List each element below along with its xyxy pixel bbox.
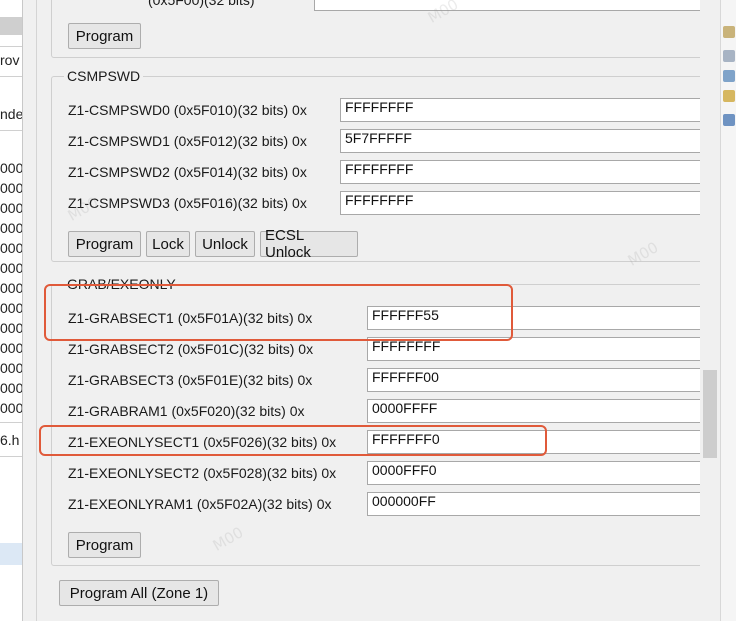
grabsect1-input[interactable]: FFFFFF55 <box>367 306 720 330</box>
group-grab-exeonly: GRAB/EXEONLY Z1-GRABSECT1 (0x5F01A)(32 b… <box>51 276 720 566</box>
left-panel-item[interactable]: 000 <box>0 280 22 296</box>
top-partial-input[interactable] <box>314 0 720 11</box>
left-panel-item[interactable]: 000 <box>0 160 22 176</box>
top-partial-row: (0x5F00)(32 bits) <box>68 0 255 13</box>
exeonlysect1-row: Z1-EXEONLYSECT1 (0x5F026)(32 bits) 0x <box>68 429 336 455</box>
main-scroll-area: (0x5F00)(32 bits) Program CSMPSWD Z1-CSM… <box>36 0 720 621</box>
csmpswd3-row: Z1-CSMPSWD3 (0x5F016)(32 bits) 0x <box>68 190 307 216</box>
grab-exeonly-title: GRAB/EXEONLY <box>64 276 179 292</box>
grabsect1-row: Z1-GRABSECT1 (0x5F01A)(32 bits) 0x <box>68 305 312 331</box>
csmpswd0-row: Z1-CSMPSWD0 (0x5F010)(32 bits) 0x <box>68 97 307 123</box>
vertical-scrollbar[interactable] <box>700 0 720 621</box>
top-partial-label: (0x5F00)(32 bits) <box>148 0 255 8</box>
left-panel-divider <box>0 46 22 47</box>
csmpswd1-row: Z1-CSMPSWD1 (0x5F012)(32 bits) 0x <box>68 128 307 154</box>
left-panel-divider <box>0 76 22 77</box>
grabsect2-row: Z1-GRABSECT2 (0x5F01C)(32 bits) 0x <box>68 336 313 362</box>
left-panel-divider <box>0 130 22 131</box>
csmpswd-program-button[interactable]: Program <box>68 231 141 257</box>
exeonlysect2-label: Z1-EXEONLYSECT2 (0x5F028)(32 bits) 0x <box>68 465 337 481</box>
csmpswd3-input[interactable]: FFFFFFFF <box>340 191 720 215</box>
grabram1-label: Z1-GRABRAM1 (0x5F020)(32 bits) 0x <box>68 403 305 419</box>
csmpswd2-label: Z1-CSMPSWD2 (0x5F014)(32 bits) 0x <box>68 164 307 180</box>
left-panel-divider <box>0 456 22 457</box>
csmpswd1-label: Z1-CSMPSWD1 (0x5F012)(32 bits) 0x <box>68 133 307 149</box>
left-panel-header <box>0 17 22 35</box>
csmpswd-title: CSMPSWD <box>64 68 144 84</box>
csmpswd0-label: Z1-CSMPSWD0 (0x5F010)(32 bits) 0x <box>68 102 307 118</box>
left-panel-item[interactable]: 000 <box>0 180 22 196</box>
right-toolbar <box>720 0 736 621</box>
csmpswd2-row: Z1-CSMPSWD2 (0x5F014)(32 bits) 0x <box>68 159 307 185</box>
unlock-button[interactable]: Unlock <box>195 231 255 257</box>
exeonlyram1-input[interactable]: 000000FF <box>367 492 720 516</box>
program-all-button[interactable]: Program All (Zone 1) <box>59 580 219 606</box>
csmpswd2-input[interactable]: FFFFFFFF <box>340 160 720 184</box>
left-panel-item[interactable]: nde <box>0 106 22 122</box>
grab-program-button[interactable]: Program <box>68 532 141 558</box>
left-panel-item[interactable]: 000 <box>0 340 22 356</box>
left-panel-item[interactable]: 000 <box>0 320 22 336</box>
exeonlyram1-label: Z1-EXEONLYRAM1 (0x5F02A)(32 bits) 0x <box>68 496 332 512</box>
left-panel-divider <box>0 422 22 423</box>
grabsect2-label: Z1-GRABSECT2 (0x5F01C)(32 bits) 0x <box>68 341 314 357</box>
exeonlysect1-label: Z1-EXEONLYSECT1 (0x5F026)(32 bits) 0x <box>68 434 337 450</box>
list-icon[interactable] <box>723 70 735 82</box>
left-panel-selected-row[interactable] <box>0 543 22 565</box>
grabram1-input[interactable]: 0000FFFF <box>367 399 720 423</box>
left-panel-item[interactable]: 000 <box>0 200 22 216</box>
grabram1-row: Z1-GRABRAM1 (0x5F020)(32 bits) 0x <box>68 398 305 424</box>
csmpswd1-input[interactable]: 5F7FFFFF <box>340 129 720 153</box>
csmpswd0-input[interactable]: FFFFFFFF <box>340 98 720 122</box>
group-csmpswd: CSMPSWD Z1-CSMPSWD0 (0x5F010)(32 bits) 0… <box>51 68 720 262</box>
exeonlysect2-row: Z1-EXEONLYSECT2 (0x5F028)(32 bits) 0x <box>68 460 336 486</box>
csmpswd3-label: Z1-CSMPSWD3 (0x5F016)(32 bits) 0x <box>68 195 307 211</box>
exeonlysect1-input[interactable]: FFFFFFF0 <box>367 430 720 454</box>
left-panel-item[interactable]: 000 <box>0 300 22 316</box>
left-panel-item[interactable]: 6.h <box>0 432 19 448</box>
left-panel-item[interactable]: 000 <box>0 260 22 276</box>
left-panel-item[interactable]: 000 <box>0 220 22 236</box>
left-panel-item[interactable]: rov <box>0 52 19 68</box>
group-top-partial: (0x5F00)(32 bits) Program <box>51 0 720 58</box>
grabsect3-label: Z1-GRABSECT3 (0x5F01E)(32 bits) 0x <box>68 372 313 388</box>
edit-icon[interactable] <box>723 26 735 38</box>
document-icon[interactable] <box>723 50 735 62</box>
grid-icon[interactable] <box>723 90 735 102</box>
left-panel-item[interactable]: 000 <box>0 240 22 256</box>
left-panel-item[interactable]: 000 <box>0 380 22 396</box>
grabsect3-row: Z1-GRABSECT3 (0x5F01E)(32 bits) 0x <box>68 367 312 393</box>
lock-button[interactable]: Lock <box>146 231 190 257</box>
grabsect2-input[interactable]: FFFFFFFF <box>367 337 720 361</box>
scrollbar-thumb[interactable] <box>703 370 717 458</box>
ecsl-unlock-button[interactable]: ECSL Unlock <box>260 227 358 261</box>
top-program-button[interactable]: Program <box>68 23 141 49</box>
grabsect1-label: Z1-GRABSECT1 (0x5F01A)(32 bits) 0x <box>68 310 313 326</box>
window-icon[interactable] <box>723 114 735 126</box>
left-panel-item[interactable]: 000 <box>0 360 22 376</box>
left-panel: rov nde 000 000 000 000 000 000 000 000 … <box>0 0 23 621</box>
left-panel-item[interactable]: 000 <box>0 400 22 416</box>
exeonlysect2-input[interactable]: 0000FFF0 <box>367 461 720 485</box>
exeonlyram1-row: Z1-EXEONLYRAM1 (0x5F02A)(32 bits) 0x <box>68 491 332 517</box>
grabsect3-input[interactable]: FFFFFF00 <box>367 368 720 392</box>
